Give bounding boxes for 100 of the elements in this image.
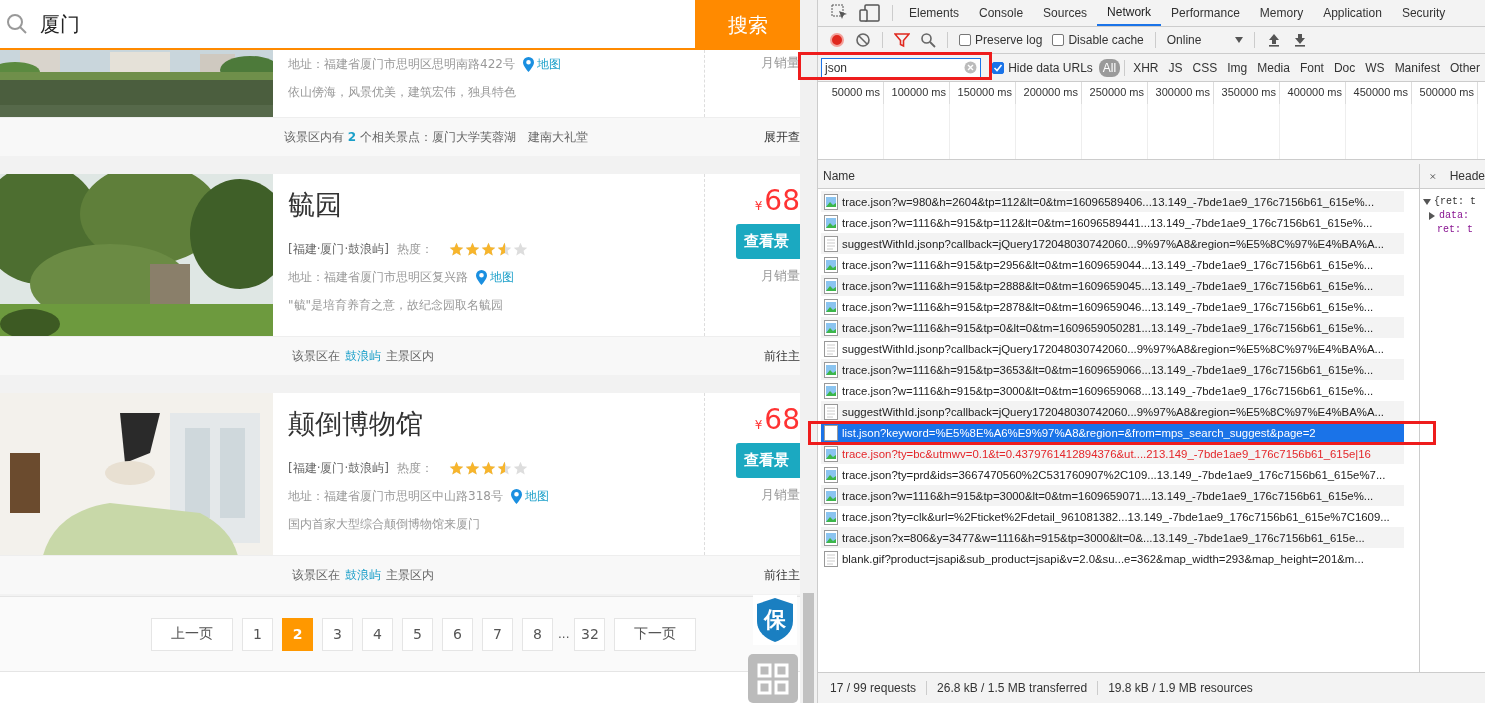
devtools-tab[interactable]: Sources (1033, 0, 1098, 26)
devtools-tab[interactable]: Performance (1161, 0, 1250, 26)
page-link[interactable]: 7 (482, 617, 513, 651)
request-row[interactable]: blank.gif?product=jsapi&sub_product=jsapi&v=2.0&su...e=362&map_width=293&map_height=201&m... (821, 548, 1404, 569)
file-icon (824, 403, 838, 420)
timeline-tick: 350000 ms (1214, 82, 1280, 104)
request-row[interactable]: trace.json?w=1116&h=915&tp=3000&lt=0&tm=1609659068...13.149_-7bde1ae9_176c7156b61_615e%... (821, 380, 1404, 401)
request-row[interactable]: suggestWithId.jsonp?callback=jQuery172048030742060...9%97%A8&region=%E5%8C%97%E4%BA%A... (821, 338, 1404, 359)
caret-icon (1235, 37, 1244, 43)
image-file-icon (824, 466, 838, 483)
address-text: 地址：福建省厦门市思明区中山路318号 (288, 487, 503, 505)
timeline-tick: 200000 ms (1016, 82, 1082, 104)
star-icon (481, 460, 496, 476)
goto-link[interactable]: 前往主 (764, 347, 800, 365)
timeline-tick: 100000 ms (884, 82, 950, 104)
type-filter[interactable]: Manifest (1390, 58, 1444, 77)
devtools-tab[interactable]: Console (969, 0, 1034, 26)
address-text: 地址：福建省厦门市思明区思明南路422号 (288, 55, 515, 73)
request-row[interactable]: trace.json?w=1116&h=915&tp=3000&lt=0&tm=1609659071...13.149_-7bde1ae9_176c7156b61_615e%... (821, 485, 1404, 506)
area-text: 主景区内 (386, 347, 434, 365)
type-filter[interactable]: XHR (1129, 58, 1163, 77)
type-filter[interactable]: Img (1223, 58, 1252, 77)
location-pin-icon (510, 488, 522, 504)
type-filter[interactable]: Other (1446, 58, 1484, 77)
search-icon (6, 13, 28, 35)
hide-data-urls-checkbox[interactable]: Hide data URLs (987, 60, 1098, 75)
location-pin-icon (476, 269, 487, 285)
file-icon (824, 235, 838, 252)
close-icon[interactable] (1430, 171, 1436, 181)
request-row[interactable]: trace.json?ty=clk&url=%2Fticket%2Fdetail_961081382...13.149_-7bde1ae9_176c7156b61_615e%7C1609... (821, 506, 1404, 527)
type-filter[interactable]: CSS (1188, 58, 1222, 77)
location-pin-icon (522, 56, 534, 72)
status-text: 17 / 99 requests (830, 681, 917, 695)
page-link[interactable]: 32 (574, 617, 606, 651)
page-link[interactable]: 5 (402, 617, 433, 651)
search-field[interactable]: 厦门 (0, 0, 695, 48)
type-filter[interactable]: Doc (1329, 58, 1360, 77)
sales-label: 月销量 (761, 486, 800, 504)
request-row[interactable]: trace.json?w=1116&h=915&tp=2878&lt=0&tm=1609659046...13.149_-7bde1ae9_176c7156b61_615e%... (821, 296, 1404, 317)
type-filter[interactable]: WS (1361, 58, 1389, 77)
timeline-tick: 300000 ms (1148, 82, 1214, 104)
devtools-tab[interactable]: Network (1097, 0, 1162, 26)
spot-title: 颠倒博物馆 (288, 407, 424, 441)
image-file-icon (824, 508, 838, 525)
request-row[interactable]: trace.json?w=1116&h=915&tp=112&lt=0&tm=16096589441...13.149_-7bde1ae9_176c7156b61_615e%... (821, 212, 1404, 233)
star-icon (513, 460, 528, 476)
page-link[interactable]: 8 (522, 617, 553, 651)
column-header[interactable]: Name (818, 164, 1419, 189)
previous-page-link[interactable]: 上一页 (151, 617, 233, 651)
image-file-icon (824, 214, 838, 231)
star-icon (481, 241, 496, 257)
devtools-tab[interactable]: Application (1313, 0, 1392, 26)
request-row[interactable]: trace.json?w=980&h=2604&tp=112&lt=0&tm=16096589406...13.149_-7bde1ae9_176c7156b61_615e%... (821, 191, 1404, 212)
filter-field[interactable]: json (821, 57, 982, 78)
devtools-tab[interactable]: Memory (1249, 0, 1314, 26)
star-icon (465, 460, 480, 476)
checkmark-icon (993, 62, 1004, 73)
related-spots-text: 该景区内有 2 个相关景点：厦门大学芙蓉湖 建南大礼堂 (284, 128, 588, 146)
guarantee-badge[interactable]: 保 (753, 595, 797, 645)
collapsed-triangle-icon[interactable] (1429, 212, 1435, 220)
request-row[interactable]: trace.json?ty=bc&utmwv=0.1&t=0.4379761412894376&ut....213.149_-7bde1ae9_176c7156b61_615e|16 (821, 443, 1404, 464)
scrollbar-thumb[interactable] (803, 593, 814, 703)
devtools-tab[interactable]: Security (1391, 0, 1456, 26)
request-row[interactable]: trace.json?ty=prd&ids=3667470560%2C531760907%2C109...13.149_-7bde1ae9_176c7156b61_615e%7... (821, 464, 1404, 485)
region-label: [福建·厦门·鼓浪屿] (288, 240, 389, 258)
expand-link[interactable]: 展开查 (764, 128, 800, 146)
request-row[interactable]: suggestWithId.jsonp?callback=jQuery172048030742060...9%97%A8&region=%E5%8C%97%E4%BA%A... (821, 401, 1404, 422)
throttling-dropdown[interactable]: Online (1161, 33, 1249, 47)
page-link[interactable]: 4 (362, 617, 393, 651)
image-file-icon (824, 445, 838, 462)
image-file-icon (824, 382, 838, 399)
request-row[interactable]: suggestWithId.jsonp?callback=jQuery172048030742060...9%97%A8&region=%E5%8C%97%E4%BA%A... (821, 233, 1404, 254)
area-text: 该景区在 (292, 347, 340, 365)
address-text: 地址：福建省厦门市思明区复兴路 (288, 268, 468, 286)
star-icon (497, 241, 512, 257)
type-filter[interactable]: Font (1295, 58, 1328, 77)
star-icon (465, 241, 480, 257)
page-link[interactable]: 3 (322, 617, 353, 651)
type-filter[interactable]: JS (1164, 58, 1187, 77)
next-page-link[interactable]: 下一页 (614, 617, 697, 651)
expanded-triangle-icon[interactable] (1423, 199, 1431, 205)
sales-label: 月销量 (761, 267, 800, 285)
price-text: ¥68 (754, 186, 800, 216)
page-link[interactable]: 1 (242, 617, 273, 651)
devtools-tab[interactable]: Elements (899, 0, 970, 26)
request-row[interactable]: trace.json?w=1116&h=915&tp=0&lt=0&tm=1609659050281...13.149_-7bde1ae9_176c7156b61_615e%... (821, 317, 1404, 338)
request-row[interactable]: trace.json?x=806&y=3477&w=1116&h=915&tp=3000&lt=0&...13.149_-7bde1ae9_176c7156b61_615e... (821, 527, 1404, 548)
preview-line: data: (1423, 209, 1485, 223)
image-file-icon (824, 298, 838, 315)
disable-cache-checkbox[interactable]: Disable cache (1047, 33, 1149, 47)
preserve-log-checkbox[interactable]: Preserve log (954, 33, 1048, 47)
goto-link[interactable]: 前往主 (764, 566, 800, 584)
request-row[interactable]: trace.json?w=1116&h=915&tp=3653&lt=0&tm=1609659066...13.149_-7bde1ae9_176c7156b61_615e%... (821, 359, 1404, 380)
page-link[interactable]: 6 (442, 617, 473, 651)
image-file-icon (824, 256, 838, 273)
price-text: ¥68 (754, 405, 800, 435)
type-filter[interactable]: Media (1253, 58, 1294, 77)
area-text: 主景区内 (386, 566, 434, 584)
request-row[interactable]: trace.json?w=1116&h=915&tp=2956&lt=0&tm=1609659044...13.149_-7bde1ae9_176c7156b61_615e%... (821, 254, 1404, 275)
request-row[interactable]: trace.json?w=1116&h=915&tp=2888&lt=0&tm=1609659045...13.149_-7bde1ae9_176c7156b61_615e%... (821, 275, 1404, 296)
